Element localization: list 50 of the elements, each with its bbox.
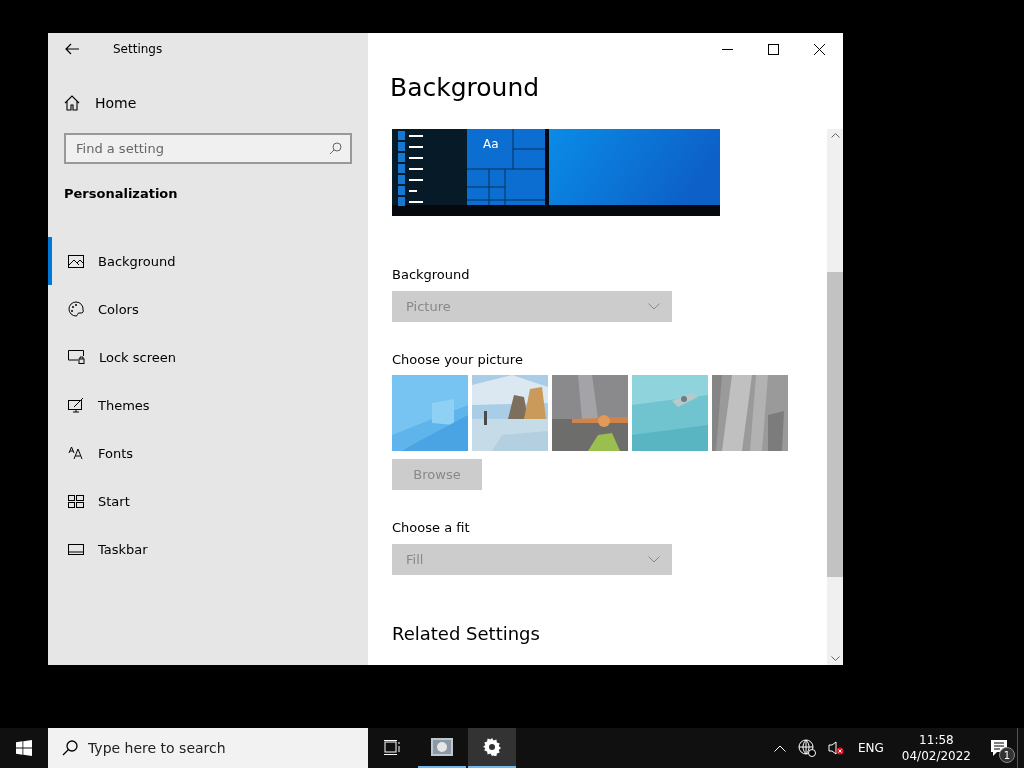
taskbar-icon: [68, 543, 84, 555]
scrollbar[interactable]: [827, 129, 843, 665]
maximize-icon[interactable]: [768, 43, 779, 55]
notification-count-badge: 1: [999, 747, 1015, 763]
nav-item[interactable]: Fonts: [48, 429, 368, 477]
back-arrow-icon[interactable]: [65, 43, 79, 55]
fonts-icon: [68, 446, 84, 460]
clock[interactable]: 11:58 04/02/2022: [901, 732, 971, 764]
taskbar-app-button[interactable]: [468, 728, 516, 768]
start-tiles-icon: [68, 494, 84, 508]
palette-icon: [68, 301, 84, 317]
picture-icon: [68, 254, 84, 268]
preview-sample-text: Aa: [483, 137, 499, 151]
search-icon: [62, 740, 78, 756]
field-label: Choose a fit: [392, 520, 470, 535]
section-heading: Related Settings: [392, 623, 540, 644]
search-icon: [329, 142, 342, 155]
chevron-down-icon: [648, 556, 660, 563]
search-field[interactable]: Find a setting: [64, 133, 352, 164]
scroll-up-icon[interactable]: [830, 133, 840, 138]
lock-screen-icon: [68, 350, 85, 364]
minimize-icon[interactable]: [722, 48, 733, 50]
notification-button[interactable]: 1: [981, 728, 1017, 768]
home-icon: [64, 95, 80, 111]
chevron-up-icon[interactable]: [773, 744, 786, 752]
task-view-icon: [383, 739, 401, 755]
nav-item[interactable]: Themes: [48, 381, 368, 429]
clock-time: 11:58: [919, 732, 954, 748]
globe-icon[interactable]: [797, 739, 816, 757]
page-title: Background: [390, 73, 541, 104]
nav-item[interactable]: Taskbar: [48, 525, 368, 573]
nav-item[interactable]: Lock screen: [48, 333, 368, 381]
speaker-muted-icon[interactable]: [827, 741, 844, 755]
settings-icon: [483, 738, 501, 756]
nav-item[interactable]: Start: [48, 477, 368, 525]
window-thumbnail-icon: [431, 738, 453, 756]
language-indicator[interactable]: ENG: [857, 741, 884, 755]
taskbar-search-field[interactable]: Type here to search: [48, 728, 368, 768]
clock-date: 04/02/2022: [901, 748, 971, 764]
close-icon[interactable]: [814, 43, 825, 55]
scroll-down-icon[interactable]: [830, 656, 840, 661]
window-title: Settings: [113, 42, 163, 56]
windows-logo-icon: [16, 740, 32, 756]
field-label: Background: [392, 267, 470, 282]
themes-icon: [68, 397, 84, 413]
home-link[interactable]: Home: [64, 95, 137, 111]
section-heading: Personalization: [64, 186, 179, 201]
chevron-down-icon: [648, 303, 660, 310]
nav-item[interactable]: Colors: [48, 285, 368, 333]
field-label: Choose your picture: [392, 352, 523, 367]
